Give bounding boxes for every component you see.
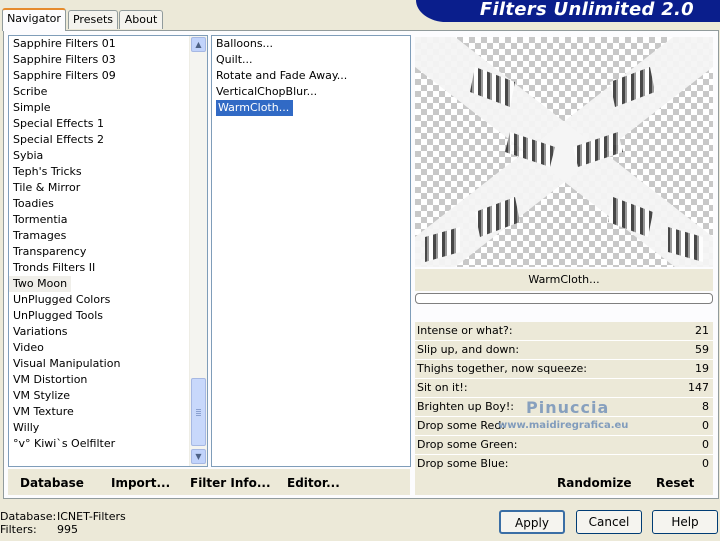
category-item[interactable]: °v° Kiwi`s Oelfilter: [9, 436, 207, 452]
filter-name-label: WarmCloth...: [415, 269, 713, 291]
category-item[interactable]: VM Stylize: [9, 388, 207, 404]
category-item[interactable]: VM Distortion: [9, 372, 207, 388]
import-button[interactable]: Import...: [111, 476, 170, 490]
parameter-value: 147: [688, 381, 709, 394]
parameter-label: Brighten up Boy!:: [417, 400, 514, 413]
help-button[interactable]: Help: [652, 510, 718, 534]
category-item[interactable]: Special Effects 2: [9, 132, 207, 148]
parameter-slider-row[interactable]: Slip up, and down: 59: [415, 341, 713, 360]
parameter-value: 8: [702, 400, 709, 413]
category-item[interactable]: Two Moon: [9, 276, 72, 292]
parameter-slider-row[interactable]: Intense or what?: 21: [415, 322, 713, 341]
parameter-value: 0: [702, 419, 709, 432]
scroll-thumb[interactable]: [191, 378, 206, 446]
category-item[interactable]: Tormentia: [9, 212, 207, 228]
filter-info-button[interactable]: Filter Info...: [190, 476, 271, 490]
category-item[interactable]: Sapphire Filters 03: [9, 52, 207, 68]
tab-presets[interactable]: Presets: [68, 10, 118, 29]
category-item[interactable]: VM Texture: [9, 404, 207, 420]
filter-list[interactable]: Balloons... Quilt... Rotate and Fade Away.…: [211, 35, 411, 467]
parameter-label: Intense or what?:: [417, 324, 513, 337]
thumb-grip: [196, 415, 201, 416]
category-list[interactable]: Sapphire Filters 01 Sapphire Filters 03 Sa…: [8, 35, 208, 467]
category-item[interactable]: Sapphire Filters 01: [9, 36, 207, 52]
preview-image: [415, 37, 713, 267]
progress-bar: [415, 293, 713, 304]
apply-button[interactable]: Apply: [499, 510, 565, 534]
category-item[interactable]: Tramages: [9, 228, 207, 244]
category-item[interactable]: Toadies: [9, 196, 207, 212]
parameter-label: Slip up, and down:: [417, 343, 520, 356]
thumb-grip: [196, 409, 201, 410]
filters-count: 995: [57, 523, 78, 536]
warmcloth-preview-graphic: [415, 37, 713, 267]
category-item[interactable]: Video: [9, 340, 207, 356]
editor-button[interactable]: Editor...: [287, 476, 340, 490]
category-scrollbar[interactable]: ▲ ▼: [189, 36, 207, 466]
category-item[interactable]: Sapphire Filters 09: [9, 68, 207, 84]
database-label: Database:: [0, 510, 57, 523]
category-item[interactable]: UnPlugged Colors: [9, 292, 207, 308]
filter-items: Balloons... Quilt... Rotate and Fade Away.…: [212, 36, 410, 116]
category-items: Sapphire Filters 01 Sapphire Filters 03 Sa…: [9, 36, 207, 452]
left-button-bar: Database Import... Filter Info... Editor…: [8, 469, 410, 495]
watermark-site: www.maidiregrafica.eu: [498, 420, 629, 431]
filter-item[interactable]: Balloons...: [212, 36, 410, 52]
right-button-bar: Randomize Reset: [415, 469, 713, 495]
category-item[interactable]: Simple: [9, 100, 207, 116]
parameter-label: Thighs together, now squeeze:: [417, 362, 587, 375]
filter-item[interactable]: VerticalChopBlur...: [212, 84, 410, 100]
category-item[interactable]: Tile & Mirror: [9, 180, 207, 196]
parameter-label: Drop some Green:: [417, 438, 518, 451]
parameter-value: 21: [695, 324, 709, 337]
category-item[interactable]: UnPlugged Tools: [9, 308, 207, 324]
scroll-down-button[interactable]: ▼: [191, 449, 206, 464]
category-item[interactable]: Variations: [9, 324, 207, 340]
parameter-slider-row[interactable]: Sit on it!: 147: [415, 379, 713, 398]
window-title: Filters Unlimited 2.0: [479, 0, 694, 20]
filter-item[interactable]: WarmCloth...: [216, 100, 294, 116]
category-item[interactable]: Sybia: [9, 148, 207, 164]
title-banner: Filters Unlimited 2.0: [416, 0, 720, 22]
category-item[interactable]: Special Effects 1: [9, 116, 207, 132]
filter-item[interactable]: Quilt...: [212, 52, 410, 68]
watermark-name: Pinuccia: [526, 398, 610, 417]
thumb-grip: [196, 411, 201, 412]
database-button[interactable]: Database: [20, 476, 84, 490]
category-item[interactable]: Visual Manipulation: [9, 356, 207, 372]
parameter-label: Sit on it!:: [417, 381, 468, 394]
parameter-value: 19: [695, 362, 709, 375]
tab-navigator[interactable]: Navigator: [2, 8, 66, 31]
parameter-slider-row[interactable]: Drop some Green: 0: [415, 436, 713, 455]
filter-item[interactable]: Rotate and Fade Away...: [212, 68, 410, 84]
category-item[interactable]: Tronds Filters II: [9, 260, 207, 276]
category-item[interactable]: Scribe: [9, 84, 207, 100]
thumb-grip: [196, 413, 201, 414]
category-item[interactable]: Willy: [9, 420, 207, 436]
parameter-value: 59: [695, 343, 709, 356]
filters-label: Filters:: [0, 523, 37, 536]
reset-button[interactable]: Reset: [656, 476, 694, 490]
tab-about[interactable]: About: [119, 10, 163, 29]
randomize-button[interactable]: Randomize: [557, 476, 631, 490]
category-item[interactable]: Teph's Tricks: [9, 164, 207, 180]
parameter-value: 0: [702, 438, 709, 451]
cancel-button[interactable]: Cancel: [576, 510, 642, 534]
category-item[interactable]: Transparency: [9, 244, 207, 260]
parameter-label: Drop some Red:: [417, 419, 506, 432]
scroll-up-button[interactable]: ▲: [191, 37, 206, 52]
database-value: ICNET-Filters: [57, 510, 126, 523]
parameter-slider-row[interactable]: Thighs together, now squeeze: 19: [415, 360, 713, 379]
